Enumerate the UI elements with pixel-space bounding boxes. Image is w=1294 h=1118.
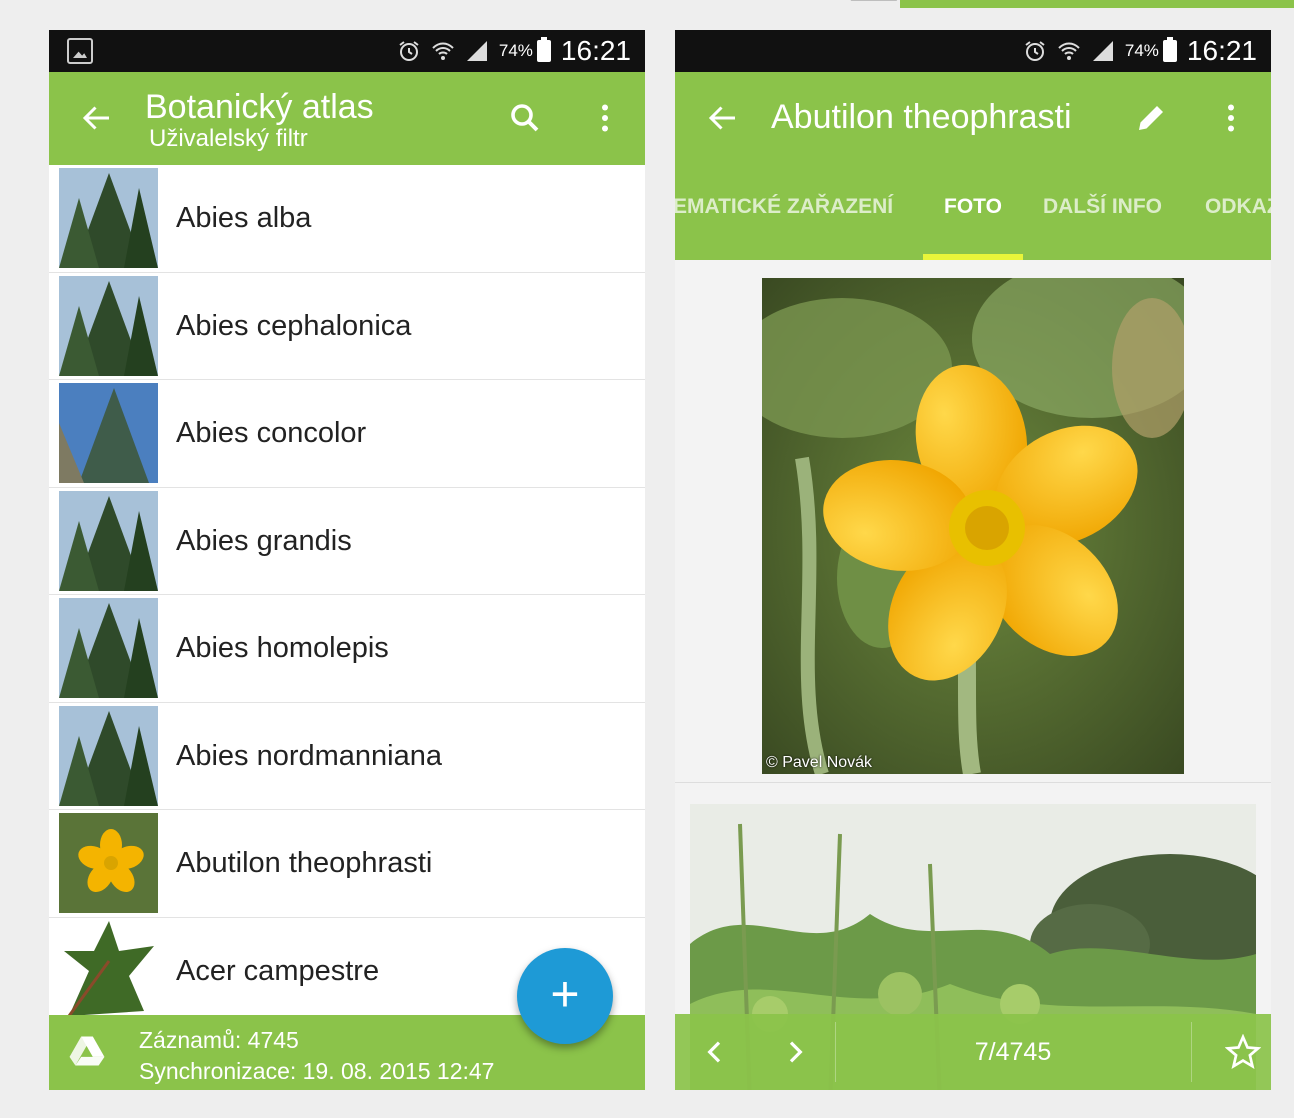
add-button[interactable]: + <box>517 948 613 1044</box>
list-item[interactable]: Abies grandis <box>49 488 645 595</box>
list-item[interactable]: Abies cephalonica <box>49 273 645 380</box>
plant-list: Abies alba Abies cephalonica Abies concolo… <box>49 165 645 1025</box>
tab-systematic[interactable]: EMATICKÉ ZAŘAZENÍ <box>675 195 893 219</box>
plant-thumbnail <box>59 275 158 376</box>
tab-bar: EMATICKÉ ZAŘAZENÍ FOTO DALŠÍ INFO ODKAZ <box>675 165 1271 260</box>
photo-credit: © Pavel Novák <box>766 754 873 771</box>
divider <box>1191 1022 1192 1082</box>
app-title: Botanický atlas <box>145 88 374 126</box>
search-icon[interactable] <box>507 100 543 136</box>
plant-name: Abies nordmanniana <box>176 739 443 772</box>
photo-flower[interactable]: © Pavel Novák <box>762 278 1184 774</box>
wifi-icon <box>432 42 454 60</box>
signal-icon <box>466 41 487 61</box>
species-title: Abutilon theophrasti <box>771 98 1072 136</box>
plant-thumbnail <box>59 168 158 268</box>
plant-thumbnail <box>59 813 158 913</box>
plant-name: Abies alba <box>176 202 312 234</box>
plant-name: Abutilon theophrasti <box>176 847 433 879</box>
plant-thumbnail <box>59 705 158 806</box>
status-bar: 74% 16:21 <box>49 30 645 72</box>
plant-name: Abies cephalonica <box>176 309 412 342</box>
battery-icon <box>1162 37 1177 62</box>
signal-icon <box>1092 41 1113 61</box>
records-count: Záznamů: 4745 <box>139 1027 299 1053</box>
chevron-left-icon[interactable] <box>699 1036 731 1068</box>
status-bar: 74% 16:21 <box>675 30 1271 72</box>
sync-time: Synchronizace: 19. 08. 2015 12:47 <box>139 1058 495 1084</box>
plant-thumbnail <box>59 920 158 1021</box>
star-outline-icon[interactable] <box>1225 1034 1261 1070</box>
clock: 16:21 <box>1186 35 1257 66</box>
clock: 16:21 <box>560 35 631 66</box>
battery-level: 74% <box>498 41 533 60</box>
list-screen: 74% 16:21 Botanický atlas Uživalelský fi… <box>49 30 645 1090</box>
chevron-right-icon[interactable] <box>779 1036 811 1068</box>
list-item[interactable]: Abies homolepis <box>49 595 645 703</box>
decorative-stripe <box>900 0 1294 8</box>
divider <box>675 782 1271 783</box>
app-bar: Botanický atlas Uživalelský filtr <box>49 72 645 165</box>
list-item[interactable]: Abies nordmanniana <box>49 703 645 810</box>
tab-more-info[interactable]: DALŠÍ INFO <box>1043 195 1162 219</box>
wifi-icon <box>1058 42 1080 60</box>
photo-list: © Pavel Novák <box>675 260 1271 1090</box>
battery-icon <box>536 37 551 62</box>
plant-thumbnail <box>59 598 158 698</box>
plant-name: Abies homolepis <box>176 632 389 664</box>
app-subtitle: Uživalelský filtr <box>149 125 308 152</box>
back-arrow-icon[interactable] <box>79 100 115 136</box>
plant-name: Abies grandis <box>176 524 352 557</box>
plant-thumbnail <box>59 383 158 483</box>
list-item[interactable]: Abutilon theophrasti <box>49 810 645 918</box>
list-item[interactable]: Abies alba <box>49 165 645 273</box>
list-item[interactable]: Abies concolor <box>49 380 645 488</box>
back-arrow-icon[interactable] <box>705 100 741 136</box>
alarm-icon <box>1025 41 1045 61</box>
google-drive-icon[interactable] <box>69 1035 105 1067</box>
photo-navigation-bar: 7/4745 <box>675 1014 1271 1090</box>
more-options-icon[interactable] <box>587 100 623 136</box>
record-counter: 7/4745 <box>974 1038 1052 1066</box>
app-bar: Abutilon theophrasti <box>675 72 1271 165</box>
tab-links[interactable]: ODKAZ <box>1205 195 1271 219</box>
tab-foto[interactable]: FOTO <box>944 195 1002 219</box>
plant-thumbnail <box>59 490 158 591</box>
detail-screen: 74% 16:21 Abutilon theophrasti EMATICKÉ … <box>675 30 1271 1090</box>
plant-name: Acer campestre <box>176 954 380 987</box>
screenshot-notification-icon <box>67 38 93 64</box>
plant-name: Abies concolor <box>176 417 367 449</box>
alarm-icon <box>399 41 419 61</box>
edit-pencil-icon[interactable] <box>1133 100 1169 136</box>
battery-level: 74% <box>1124 41 1159 60</box>
more-options-icon[interactable] <box>1213 100 1249 136</box>
